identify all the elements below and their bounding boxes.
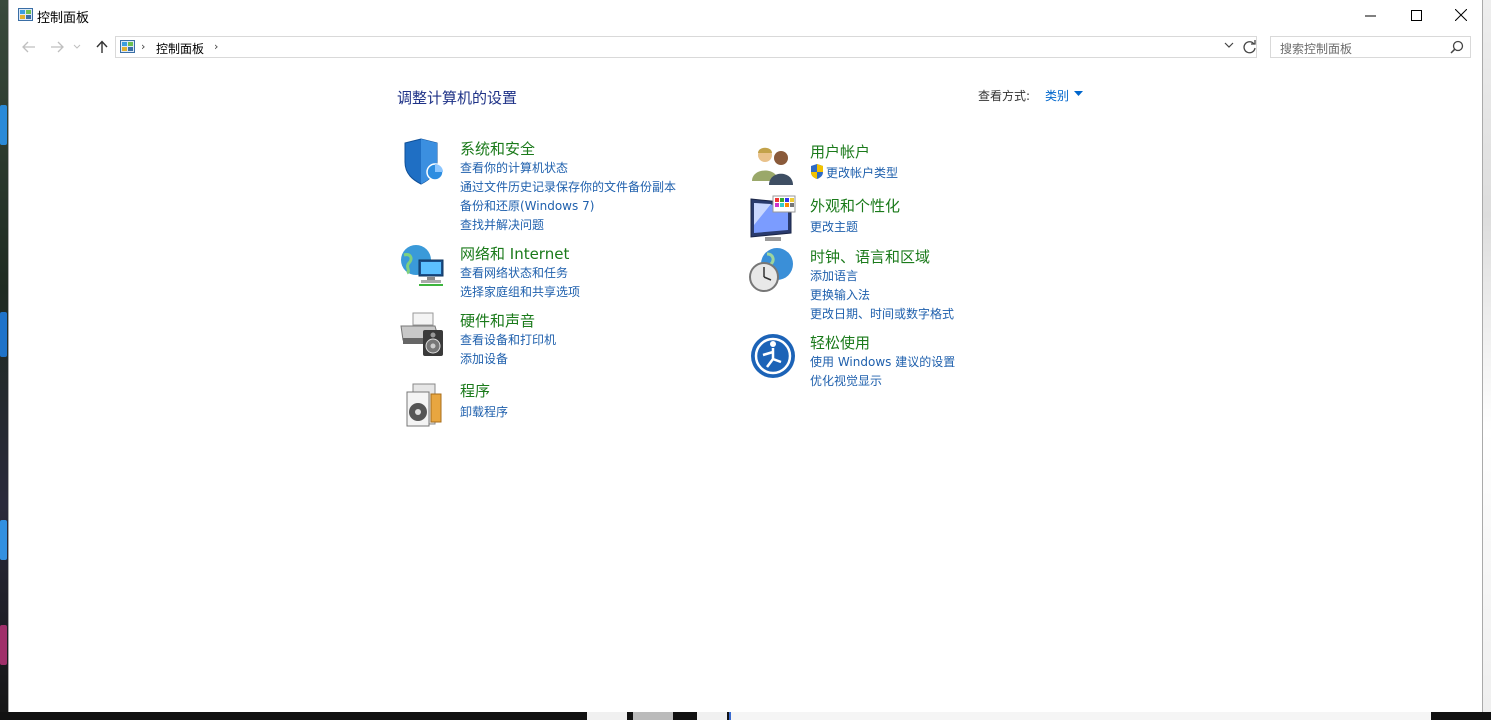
view-by-dropdown[interactable]: 类别 <box>1045 87 1069 104</box>
category-link[interactable]: 使用 Windows 建议的设置 <box>810 353 955 370</box>
arrow-left-icon <box>22 41 35 53</box>
desktop-icon[interactable] <box>0 105 7 145</box>
title-bar[interactable]: 控制面板 <box>9 0 1482 30</box>
chevron-right-icon[interactable]: › <box>214 40 218 53</box>
dropdown-arrow-icon[interactable] <box>1074 91 1083 97</box>
category-link[interactable]: 更改日期、时间或数字格式 <box>810 305 954 322</box>
category-title[interactable]: 外观和个性化 <box>810 195 900 216</box>
chevron-down-icon[interactable] <box>1224 41 1234 49</box>
recent-locations-button[interactable] <box>71 38 83 56</box>
search-input[interactable]: 搜索控制面板 <box>1270 36 1471 58</box>
category-link[interactable]: 通过文件历史记录保存你的文件备份副本 <box>460 178 676 195</box>
control-panel-window: 控制面板 › 控制面板 › 搜索控制面板 调整计算机的设置 查看方式: 类别 系… <box>8 0 1483 712</box>
maximize-button[interactable] <box>1393 0 1439 30</box>
chevron-down-icon <box>73 44 81 49</box>
breadcrumb-control-panel[interactable]: 控制面板 <box>156 40 204 57</box>
category-title[interactable]: 用户帐户 <box>810 141 870 162</box>
search-placeholder: 搜索控制面板 <box>1280 42 1353 56</box>
shield-icon[interactable] <box>399 138 447 186</box>
category-title[interactable]: 轻松使用 <box>810 332 870 353</box>
back-button[interactable] <box>19 38 39 56</box>
category-link[interactable]: 更改主题 <box>810 218 858 235</box>
category-link[interactable]: 查看网络状态和任务 <box>460 264 568 281</box>
accessibility-icon[interactable] <box>749 332 797 380</box>
category-link[interactable]: 备份和还原(Windows 7) <box>460 197 594 214</box>
page-title: 调整计算机的设置 <box>397 89 518 107</box>
users-icon[interactable] <box>749 141 797 189</box>
search-icon[interactable] <box>1450 40 1464 54</box>
category-title[interactable]: 时钟、语言和区域 <box>810 246 930 267</box>
category-link[interactable]: 更改帐户类型 <box>826 164 898 181</box>
category-link[interactable]: 添加设备 <box>460 350 508 367</box>
category-title[interactable]: 硬件和声音 <box>460 310 535 331</box>
category-link[interactable]: 卸载程序 <box>460 403 508 420</box>
category-link[interactable]: 选择家庭组和共享选项 <box>460 283 580 300</box>
printer-icon[interactable] <box>399 310 447 358</box>
navigation-bar: › 控制面板 › 搜索控制面板 <box>9 34 1482 60</box>
category-title[interactable]: 系统和安全 <box>460 138 535 159</box>
address-bar[interactable]: › 控制面板 › <box>115 36 1257 58</box>
taskbar-edge <box>0 712 1491 720</box>
control-panel-icon <box>120 40 135 53</box>
refresh-icon[interactable] <box>1241 38 1259 56</box>
category-link[interactable]: 查看设备和打印机 <box>460 331 556 348</box>
chevron-right-icon[interactable]: › <box>141 40 145 53</box>
desktop-background-left <box>0 0 8 720</box>
programs-icon[interactable] <box>399 380 447 428</box>
up-button[interactable] <box>92 38 112 56</box>
background-window-edge <box>1483 0 1491 720</box>
category-link[interactable]: 优化视觉显示 <box>810 372 882 389</box>
close-icon <box>1455 9 1467 21</box>
category-link[interactable]: 查找并解决问题 <box>460 216 544 233</box>
desktop-icon[interactable] <box>0 625 7 665</box>
arrow-right-icon <box>51 41 64 53</box>
desktop-icon[interactable] <box>0 520 7 560</box>
minimize-button[interactable] <box>1347 0 1393 30</box>
category-link[interactable]: 添加语言 <box>810 267 858 284</box>
forward-button[interactable] <box>47 38 67 56</box>
clock-globe-icon[interactable] <box>749 246 797 294</box>
category-link[interactable]: 查看你的计算机状态 <box>460 159 568 176</box>
category-title[interactable]: 网络和 Internet <box>460 243 569 264</box>
uac-shield-icon <box>811 164 823 179</box>
maximize-icon <box>1410 9 1422 21</box>
arrow-up-icon <box>96 40 108 53</box>
category-link[interactable]: 更换输入法 <box>810 286 870 303</box>
control-panel-icon <box>18 8 33 21</box>
category-title[interactable]: 程序 <box>460 380 490 401</box>
desktop-icon[interactable] <box>0 312 7 357</box>
network-icon[interactable] <box>399 243 447 291</box>
view-by-label: 查看方式: <box>978 89 1031 103</box>
monitor-icon[interactable] <box>749 195 797 243</box>
window-title: 控制面板 <box>37 11 90 26</box>
close-button[interactable] <box>1438 0 1484 30</box>
minimize-icon <box>1364 15 1376 16</box>
